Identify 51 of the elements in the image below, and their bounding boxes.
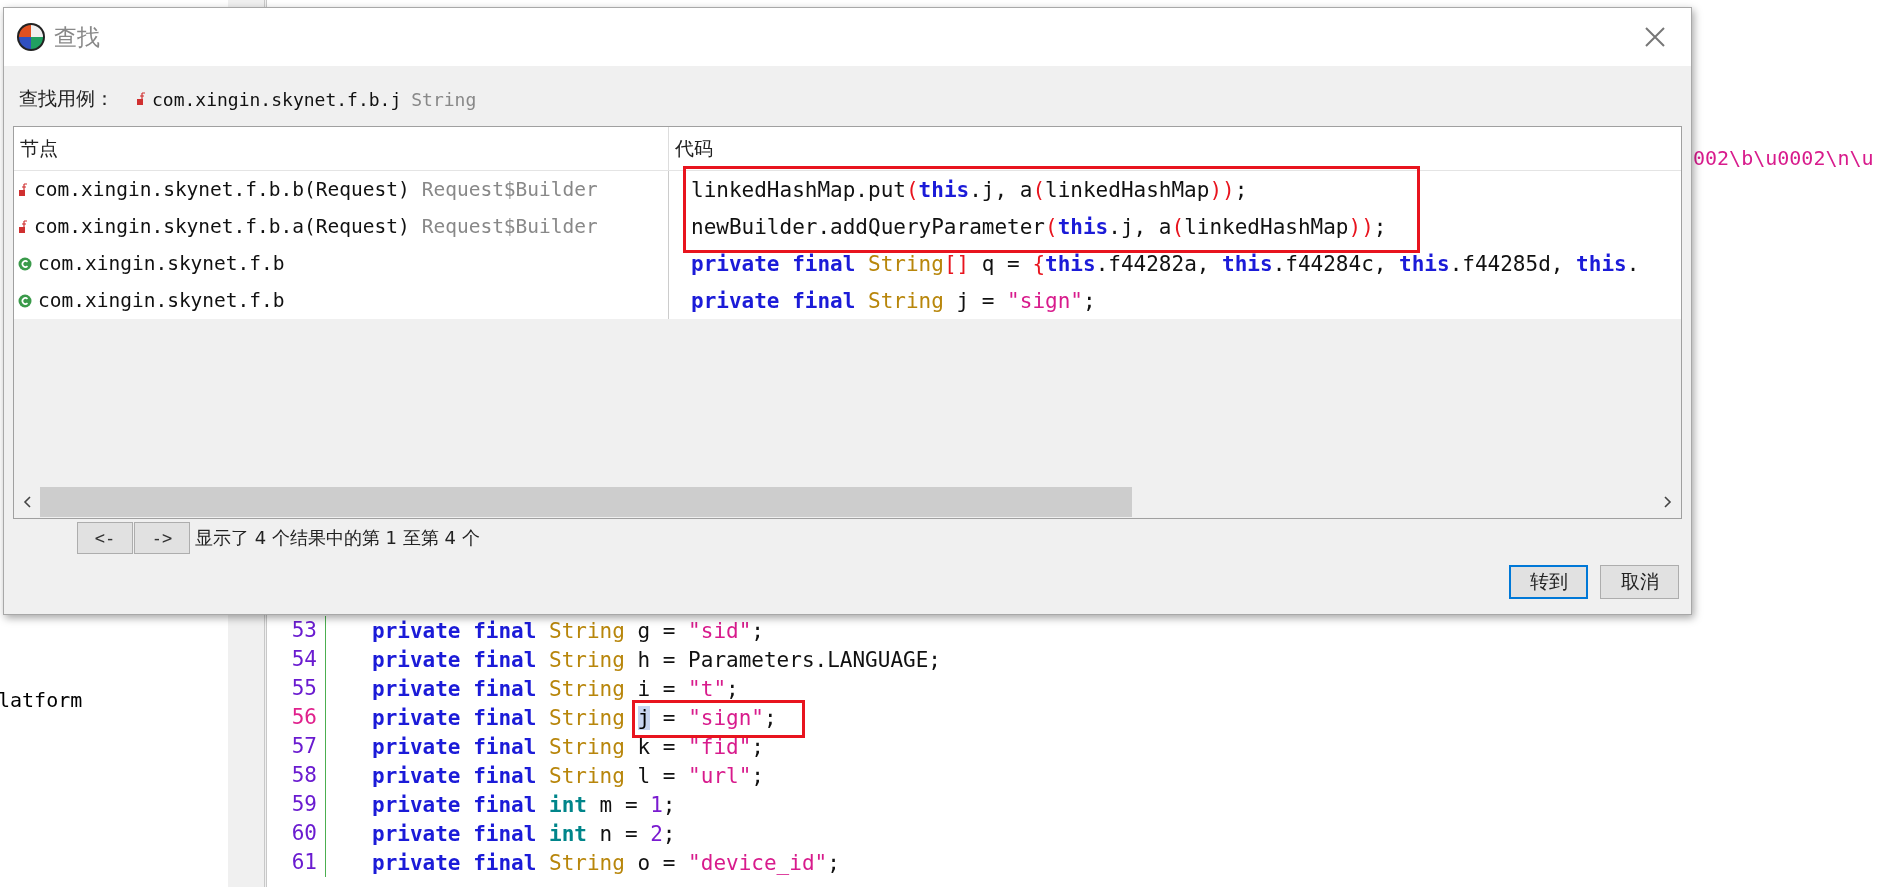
method-icon <box>18 219 28 234</box>
type-label: Request$Builder <box>421 178 598 201</box>
code-line: private final String h = Parameters.LANGUAGE; <box>371 647 941 672</box>
code-cell[interactable]: private final String j = "sign"; <box>691 288 1096 313</box>
column-header[interactable]: 节点 <box>14 127 668 170</box>
usage-target: com.xingin.skynet.f.b.j <box>152 88 402 110</box>
results-status: 显示了 4 个结果中的第 1 至第 4 个 <box>195 526 480 550</box>
scroll-right-icon <box>1663 495 1673 509</box>
tree-item-label[interactable]: latform <box>0 688 228 712</box>
line-number: 56 <box>267 703 326 732</box>
node-cell[interactable]: com.xingin.skynet.f.b <box>38 252 285 275</box>
code-line: private final String o = "device_id"; <box>371 850 840 875</box>
line-number: 61 <box>267 848 326 877</box>
line-number: 55 <box>267 674 326 703</box>
line-number: 59 <box>267 790 326 819</box>
line-number: 60 <box>267 819 326 848</box>
code-line: private final String j = "sign"; <box>371 705 777 730</box>
code-line: private final int m = 1; <box>371 792 676 817</box>
line-number: 54 <box>267 645 326 674</box>
class-icon <box>18 256 32 271</box>
line-number: 57 <box>267 732 326 761</box>
field-icon <box>136 92 146 106</box>
cancel-button[interactable]: 取消 <box>1600 565 1679 599</box>
app-logo-icon <box>16 22 46 52</box>
line-number: 58 <box>267 761 326 790</box>
class-icon <box>18 293 32 308</box>
scroll-left-icon <box>22 495 32 509</box>
dialog-title: 查找 <box>54 22 100 52</box>
code-cell[interactable]: newBuilder.addQueryParameter(this.j, a(linkedHashMap)); <box>691 214 1387 239</box>
code-cell[interactable]: private final String[] q = {this.f44282a, this.f44284c, this.f44285d, this. <box>691 251 1640 276</box>
method-icon <box>18 182 28 197</box>
node-cell[interactable]: com.xingin.skynet.f.b.a(Request) <box>34 215 410 238</box>
scroll-thumb[interactable] <box>40 487 1132 517</box>
field-label: 查找用例： <box>19 86 114 111</box>
code-line: private final int n = 2; <box>371 821 676 846</box>
code-line: private final String l = "url"; <box>371 763 764 788</box>
goto-button[interactable]: 转到 <box>1509 565 1588 599</box>
next-button[interactable]: -> <box>134 522 190 554</box>
code-line: private final String k = "fid"; <box>371 734 764 759</box>
code-line: private final String g = "sid"; <box>371 618 764 643</box>
type-label: String <box>411 88 477 110</box>
column-header[interactable]: 代码 <box>668 127 1681 170</box>
close-icon <box>1645 27 1665 47</box>
code-line: 002\b\u0002\n\u <box>1693 146 1874 170</box>
code-line: private final String i = "t"; <box>371 676 739 701</box>
code-cell[interactable]: linkedHashMap.put(this.j, a(linkedHashMap)); <box>691 177 1248 202</box>
node-cell[interactable]: com.xingin.skynet.f.b <box>38 289 285 312</box>
node-cell[interactable]: com.xingin.skynet.f.b.b(Request) <box>34 178 410 201</box>
type-label: Request$Builder <box>421 215 598 238</box>
line-number: 53 <box>267 616 326 645</box>
previous-button[interactable]: <- <box>77 522 133 554</box>
